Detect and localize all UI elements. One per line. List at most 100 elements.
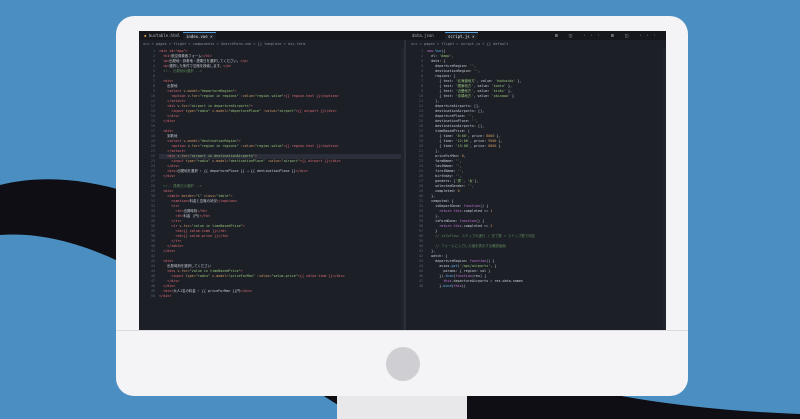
code-token: </p> [240, 59, 249, 63]
code-token: genders: [ [427, 179, 456, 183]
scrollbar[interactable] [401, 48, 404, 330]
code-token: <p> [159, 59, 170, 63]
code-token: destinationAirports: [], [427, 109, 485, 113]
code-token: , [459, 164, 462, 168]
code-token: lastName: [427, 164, 456, 168]
code-token: () { [486, 259, 495, 263]
code-token: '15:00' [455, 144, 470, 148]
code-token: destinationRegion: [427, 69, 474, 73]
code-token: v-for= [177, 154, 190, 158]
code-token: 料金 (円) [183, 214, 200, 218]
code-token: isFormDone: [427, 219, 460, 223]
code-token: v-for= [179, 224, 192, 228]
code-token: 出発地・到着地・搭乗日を選択してください。 [169, 59, 241, 63]
code-token: <select [159, 89, 184, 93]
code-token: { text: [427, 94, 456, 98]
tab-right-2[interactable]: script.js × [445, 32, 478, 41]
editor-pane-left[interactable]: 1 2 3 4 5 6 7 8 9 10 11 12 13 14 15 16 17 18 19 20 21 22 23 24 2… [139, 48, 404, 330]
code-token: new [427, 49, 436, 53]
code-token: priceForMan: [427, 154, 462, 158]
code-token: '近畿地方' [455, 89, 474, 93]
tab-left-2[interactable]: index.vue × [183, 32, 216, 41]
code-token: departureAirports: [], [427, 104, 481, 108]
code-token: function [463, 204, 481, 208]
code-token: , [459, 174, 462, 178]
code-token: ({ [441, 49, 446, 53]
code-token: timeBasedPrice: [ [427, 129, 470, 133]
code-token: </div> [159, 164, 180, 168]
code-token: { time: [427, 144, 456, 148]
code-token: <p> [159, 64, 170, 68]
code-token: departureRegion: [427, 64, 470, 68]
code-token: "region in regions" [199, 94, 239, 98]
code-token: completed: [427, 189, 458, 193]
code-token: <div> [159, 169, 178, 173]
code-token: v-for= [177, 269, 190, 273]
code-token: >{{ airport }}</div> [299, 159, 341, 163]
tab-left-1[interactable]: ◆ bustable.html [141, 32, 183, 40]
code-token: destinationAirports: [], [427, 124, 485, 128]
code-token: this [453, 209, 462, 213]
code-token: </div> [159, 294, 172, 298]
code-token: "radio" [195, 274, 211, 278]
code-token: </div> [159, 119, 176, 123]
power-button[interactable] [386, 347, 420, 381]
line-number-gutter: 1 2 3 4 5 6 7 8 9 10 11 12 13 14 15 16 17 18 19 20 21 22 23 24 2… [139, 48, 157, 330]
editor-actions[interactable]: ⊞ ◫ ··· ⊞ ◫ ··· [555, 32, 660, 40]
code-token: .completed >= [461, 224, 491, 228]
code-token: formName: [427, 159, 456, 163]
code-token: 'kinki' [491, 89, 506, 93]
code-token: , [461, 169, 464, 173]
code-token: </table> [159, 244, 184, 248]
code-token: , [459, 159, 462, 163]
code-token: <div> [159, 129, 174, 133]
code-token: departurePlace: [427, 114, 468, 118]
code-token: regions: [ [427, 74, 456, 78]
code-token: </th> [199, 214, 211, 218]
code-line: }.bind(this)) [427, 284, 666, 289]
code-token: 'hokkaido' [495, 79, 516, 83]
code-token: </div> [239, 289, 253, 293]
code-token: </div> [295, 169, 308, 173]
code-token: v-model= [210, 274, 229, 278]
code-token: <td>{{ value.price }}</td> [159, 234, 229, 238]
line-number-gutter: 1 2 3 4 5 6 7 8 9 10 11 12 13 14 15 16 17 18 19 20 21 22 23 24 2… [407, 48, 425, 330]
code-token: <div [159, 104, 178, 108]
monitor-chin-divider [116, 330, 688, 331]
pane-divider[interactable] [404, 40, 406, 330]
code-token: <option [159, 94, 188, 98]
code-token: <div> [159, 259, 174, 263]
code-token: , [478, 69, 481, 73]
code-token: , value: [476, 79, 496, 83]
scrollbar[interactable] [663, 48, 666, 330]
code-token: "departurePlace" [228, 109, 262, 113]
code-token: <input [159, 109, 186, 113]
code-token: "airport in destinationAirports" [189, 154, 255, 158]
code-token: data: { [427, 59, 446, 63]
code-token: , [471, 184, 474, 188]
editor-pane-right[interactable]: 1 2 3 4 5 6 7 8 9 10 11 12 13 14 15 16 17 18 19 20 21 22 23 24 2… [407, 48, 666, 330]
code-token: <select [159, 139, 184, 143]
code-token: "value in timeBasedPrice" [191, 224, 243, 228]
tab-right-1[interactable]: data.json [409, 32, 437, 40]
code-token: v-for= [187, 144, 200, 148]
code-token: v-model= [183, 139, 200, 143]
code-area[interactable]: new Vue({ el: '#app', data: { departureR… [427, 48, 666, 330]
code-token: '関東地方' [455, 84, 474, 88]
code-token: type= [185, 159, 196, 163]
code-token: 到着地 [159, 134, 178, 138]
code-token: el: [427, 54, 440, 58]
code-token: <div [159, 269, 178, 273]
code-area[interactable]: <div id="app"> <h1>航空券検索フォーム</h1> <p>出発地… [159, 48, 404, 330]
code-token: bind [443, 284, 452, 288]
code-token: v-model= [210, 159, 229, 163]
code-token: '12:00' [455, 139, 470, 143]
code-token: this [443, 279, 452, 283]
code-token: , [463, 154, 466, 158]
code-token: this [453, 284, 462, 288]
code-token: function [469, 259, 487, 263]
code-token: "destinationPlace" [228, 159, 266, 163]
code-token: destinationPlace: [427, 119, 472, 123]
code-token: function [459, 219, 477, 223]
code-token: <div> [159, 79, 174, 83]
